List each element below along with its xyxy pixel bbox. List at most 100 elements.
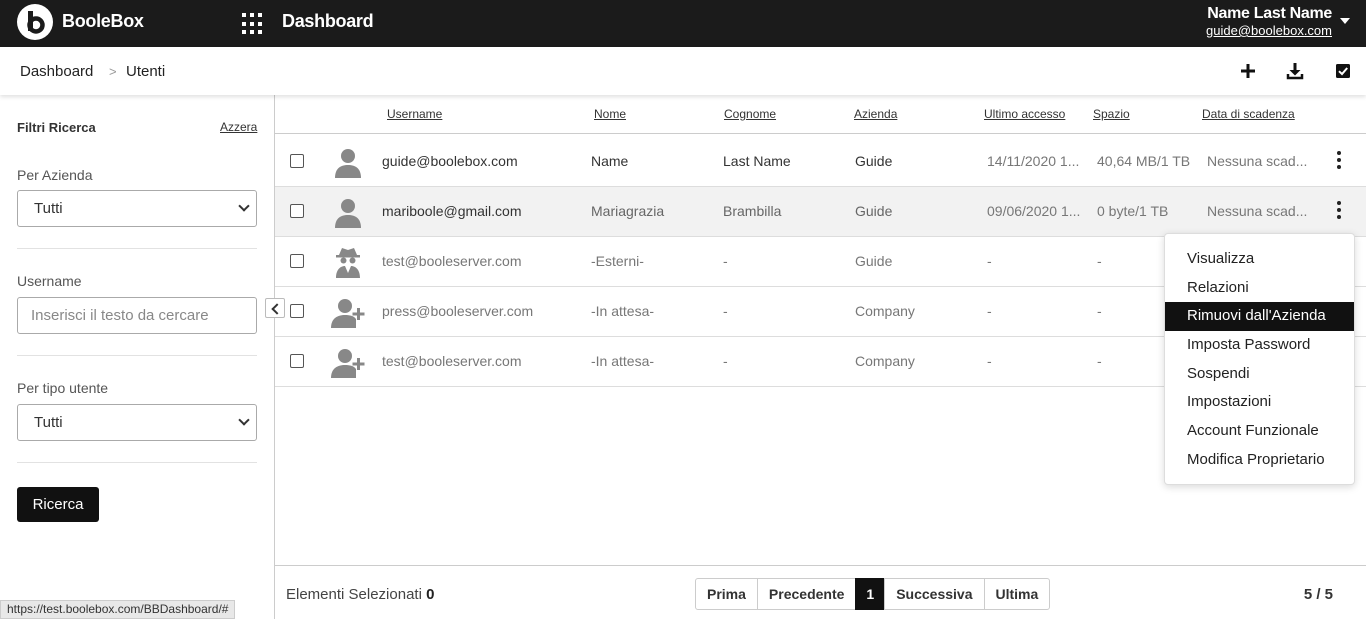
page-first-button[interactable]: Prima xyxy=(695,578,758,610)
page-current-button[interactable]: 1 xyxy=(855,578,886,610)
result-count: 5 / 5 xyxy=(1303,586,1333,603)
nome-cell: -In attesa- xyxy=(591,303,655,319)
more-vertical-icon[interactable] xyxy=(1333,201,1345,223)
menu-item-relazioni[interactable]: Relazioni xyxy=(1165,274,1354,303)
menu-item-impostazioni[interactable]: Impostazioni xyxy=(1165,388,1354,417)
page-next-button[interactable]: Successiva xyxy=(884,578,985,610)
download-icon[interactable] xyxy=(1286,62,1304,80)
plus-icon[interactable] xyxy=(1239,62,1257,80)
breadcrumb-current: Utenti xyxy=(126,63,166,80)
page-last-button[interactable]: Ultima xyxy=(983,578,1051,610)
column-azienda[interactable]: Azienda xyxy=(854,107,897,121)
apps-grid-icon[interactable] xyxy=(242,13,264,35)
user-name[interactable]: Name Last Name xyxy=(1207,5,1332,23)
browser-status-url: https://test.boolebox.com/BBDashboard/# xyxy=(0,600,236,619)
row-checkbox[interactable] xyxy=(290,354,304,368)
page-title: Dashboard xyxy=(282,11,374,31)
cognome-cell: Last Name xyxy=(723,153,791,169)
breadcrumb-dashboard[interactable]: Dashboard xyxy=(20,63,93,80)
ultimo-accesso-cell: - xyxy=(987,253,992,269)
pagination: Prima Precedente 1 Successiva Ultima xyxy=(695,578,1051,610)
table-row[interactable]: guide@boolebox.com Name Last Name Guide … xyxy=(275,137,1366,187)
cognome-cell: - xyxy=(723,303,728,319)
column-data-scadenza[interactable]: Data di scadenza xyxy=(1202,107,1295,121)
azienda-cell: Guide xyxy=(855,203,893,219)
column-username[interactable]: Username xyxy=(387,107,442,121)
username-search-input[interactable] xyxy=(17,297,257,334)
row-checkbox[interactable] xyxy=(290,304,304,318)
spazio-cell: 40,64 MB/1 TB xyxy=(1097,153,1191,169)
spazio-cell: - xyxy=(1097,253,1102,269)
breadcrumb-separator: > xyxy=(109,64,117,79)
filter-sidebar: Filtri Ricerca Azzera Per Azienda Tutti … xyxy=(0,95,275,619)
user-type-filter-value: Tutti xyxy=(34,414,63,431)
user-email[interactable]: guide@boolebox.com xyxy=(1206,23,1332,38)
divider xyxy=(17,355,257,356)
filter-title: Filtri Ricerca xyxy=(17,120,96,135)
column-cognome[interactable]: Cognome xyxy=(724,107,776,121)
user-type-filter-label: Per tipo utente xyxy=(17,380,109,396)
spazio-cell: - xyxy=(1097,303,1102,319)
selected-items-label: Elementi Selezionati 0 xyxy=(286,586,434,603)
more-vertical-icon[interactable] xyxy=(1333,151,1345,173)
company-filter-value: Tutti xyxy=(34,200,63,217)
menu-item-imposta-password[interactable]: Imposta Password xyxy=(1165,331,1354,360)
row-checkbox[interactable] xyxy=(290,154,304,168)
caret-down-icon[interactable] xyxy=(1340,18,1350,24)
boolebox-logo-icon[interactable] xyxy=(17,4,53,40)
username-cell: test@booleserver.com xyxy=(382,253,522,269)
company-filter-label: Per Azienda xyxy=(17,167,93,183)
azienda-cell: Guide xyxy=(855,253,893,269)
nome-cell: -In attesa- xyxy=(591,353,655,369)
column-nome[interactable]: Nome xyxy=(594,107,626,121)
ultimo-accesso-cell: 09/06/2020 1... xyxy=(987,203,1081,219)
user-type-filter-select[interactable]: Tutti xyxy=(17,404,257,441)
ultimo-accesso-cell: - xyxy=(987,353,992,369)
cognome-cell: Brambilla xyxy=(723,203,782,219)
spazio-cell: 0 byte/1 TB xyxy=(1097,203,1169,219)
azienda-cell: Company xyxy=(855,303,915,319)
search-button[interactable]: Ricerca xyxy=(17,487,99,522)
table-header: Username Nome Cognome Azienda Ultimo acc… xyxy=(275,95,1366,134)
column-spazio[interactable]: Spazio xyxy=(1093,107,1130,121)
chevron-down-icon xyxy=(238,414,250,426)
row-checkbox[interactable] xyxy=(290,254,304,268)
scadenza-cell: Nessuna scad... xyxy=(1207,153,1307,169)
nome-cell: Name xyxy=(591,153,629,169)
ultimo-accesso-cell: 14/11/2020 1... xyxy=(987,153,1080,169)
nome-cell: -Esterni- xyxy=(591,253,644,269)
collapse-sidebar-icon[interactable] xyxy=(265,298,285,318)
reset-filters-link[interactable]: Azzera xyxy=(220,120,257,134)
checkbox-icon[interactable] xyxy=(1334,62,1352,80)
menu-item-sospendi[interactable]: Sospendi xyxy=(1165,360,1354,389)
brand-name: BooleBox xyxy=(62,11,144,31)
azienda-cell: Guide xyxy=(855,153,893,169)
scadenza-cell: Nessuna scad... xyxy=(1207,203,1307,219)
table-row[interactable]: mariboole@gmail.com Mariagrazia Brambill… xyxy=(275,187,1366,237)
user-plus-icon xyxy=(331,349,365,378)
ultimo-accesso-cell: - xyxy=(987,303,992,319)
top-bar: BooleBox Dashboard Name Last Name guide@… xyxy=(0,0,1366,47)
menu-item-rimuovi-azienda[interactable]: Rimuovi dall'Azienda xyxy=(1165,302,1354,332)
cognome-cell: - xyxy=(723,253,728,269)
column-ultimo-accesso[interactable]: Ultimo accesso xyxy=(984,107,1065,121)
row-checkbox[interactable] xyxy=(290,204,304,218)
menu-item-visualizza[interactable]: Visualizza xyxy=(1165,245,1354,274)
azienda-cell: Company xyxy=(855,353,915,369)
selected-items-text: Elementi Selezionati xyxy=(286,586,422,603)
username-cell: test@booleserver.com xyxy=(382,353,522,369)
company-filter-select[interactable]: Tutti xyxy=(17,190,257,227)
user-icon xyxy=(335,199,361,228)
menu-item-modifica-proprietario[interactable]: Modifica Proprietario xyxy=(1165,446,1354,475)
menu-item-account-funzionale[interactable]: Account Funzionale xyxy=(1165,417,1354,446)
table-footer: Elementi Selezionati 0 Prima Precedente … xyxy=(275,565,1366,619)
spy-user-icon xyxy=(336,248,360,278)
page-prev-button[interactable]: Precedente xyxy=(756,578,857,610)
username-cell: guide@boolebox.com xyxy=(382,153,518,169)
username-cell: press@booleserver.com xyxy=(382,303,534,319)
username-filter-label: Username xyxy=(17,273,82,289)
chevron-down-icon xyxy=(238,200,250,212)
divider xyxy=(17,248,257,249)
username-cell: mariboole@gmail.com xyxy=(382,203,522,219)
breadcrumb: Dashboard > Utenti xyxy=(0,47,1366,95)
